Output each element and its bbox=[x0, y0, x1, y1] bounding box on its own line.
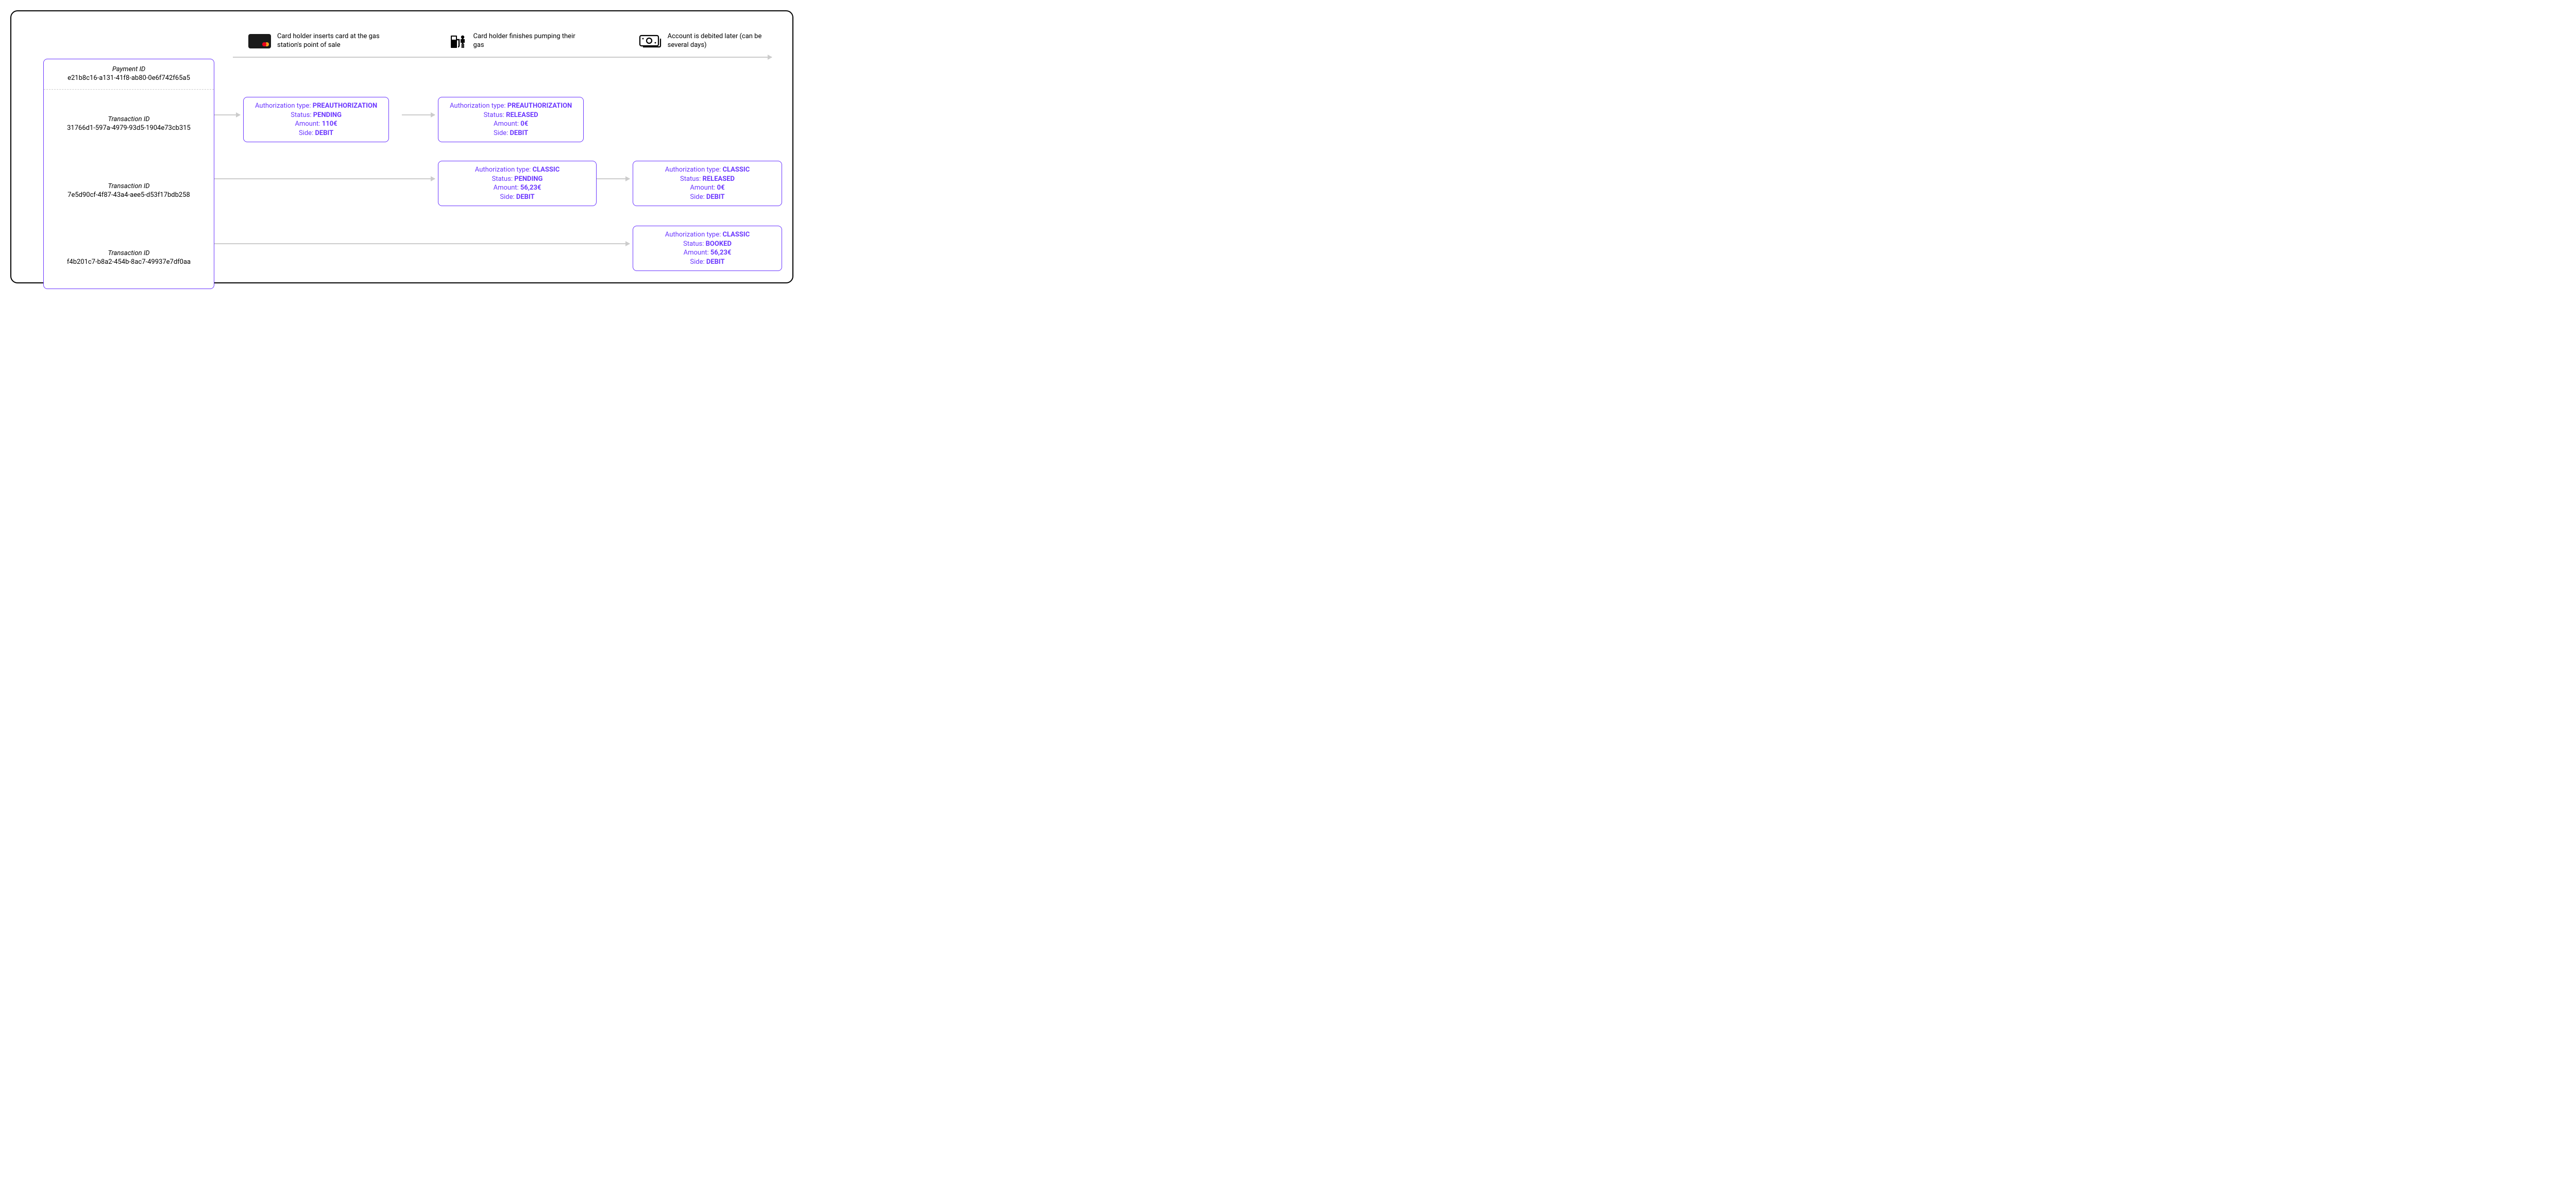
auth-card-classic-pending: Authorization type: CLASSIC Status: PEND… bbox=[438, 161, 597, 206]
flow-arrow bbox=[597, 178, 630, 179]
transaction-id-label: Transaction ID bbox=[49, 182, 209, 190]
auth-card-classic-released: Authorization type: CLASSIC Status: RELE… bbox=[633, 161, 782, 206]
diagram-frame: Card holder inserts card at the gas stat… bbox=[10, 10, 793, 283]
id-panel: Payment ID e21b8c16-a131-41f8-ab80-0e6f7… bbox=[43, 59, 214, 289]
gas-pump-icon bbox=[449, 32, 467, 50]
transaction-id-block: Transaction ID 31766d1-597a-4979-93d5-19… bbox=[44, 90, 214, 157]
cash-icon bbox=[639, 33, 662, 49]
event-text: Card holder finishes pumping their gas bbox=[473, 32, 582, 50]
event-text: Account is debited later (can be several… bbox=[668, 32, 772, 50]
flow-arrow bbox=[214, 114, 240, 115]
event-pump-gas: Card holder finishes pumping their gas bbox=[449, 32, 639, 50]
flow-arrow bbox=[214, 243, 630, 244]
event-debit-later: Account is debited later (can be several… bbox=[639, 32, 772, 50]
payment-id-value: e21b8c16-a131-41f8-ab80-0e6f742f65a5 bbox=[49, 74, 209, 82]
transaction-id-label: Transaction ID bbox=[49, 249, 209, 257]
payment-id-block: Payment ID e21b8c16-a131-41f8-ab80-0e6f7… bbox=[44, 59, 214, 90]
flow-arrow bbox=[402, 114, 435, 115]
event-insert-card: Card holder inserts card at the gas stat… bbox=[248, 32, 449, 50]
timeline-arrow bbox=[233, 57, 772, 58]
flow-arrow bbox=[214, 178, 435, 179]
transaction-id-block: Transaction ID 7e5d90cf-4f87-43a4-aee5-d… bbox=[44, 157, 214, 224]
transaction-id-value: 31766d1-597a-4979-93d5-1904e73cb315 bbox=[49, 124, 209, 132]
transaction-id-value: f4b201c7-b8a2-454b-8ac7-49937e7df0aa bbox=[49, 258, 209, 266]
transaction-id-block: Transaction ID f4b201c7-b8a2-454b-8ac7-4… bbox=[44, 224, 214, 289]
event-text: Card holder inserts card at the gas stat… bbox=[277, 32, 385, 50]
transaction-id-label: Transaction ID bbox=[49, 115, 209, 123]
transaction-id-value: 7e5d90cf-4f87-43a4-aee5-d53f17bdb258 bbox=[49, 191, 209, 199]
auth-card-classic-booked: Authorization type: CLASSIC Status: BOOK… bbox=[633, 226, 782, 271]
payment-id-label: Payment ID bbox=[49, 65, 209, 73]
card-icon bbox=[248, 34, 271, 48]
events-row: Card holder inserts card at the gas stat… bbox=[248, 32, 772, 50]
auth-card-preauth-pending: Authorization type: PREAUTHORIZATION Sta… bbox=[243, 97, 389, 142]
auth-card-preauth-released: Authorization type: PREAUTHORIZATION Sta… bbox=[438, 97, 584, 142]
